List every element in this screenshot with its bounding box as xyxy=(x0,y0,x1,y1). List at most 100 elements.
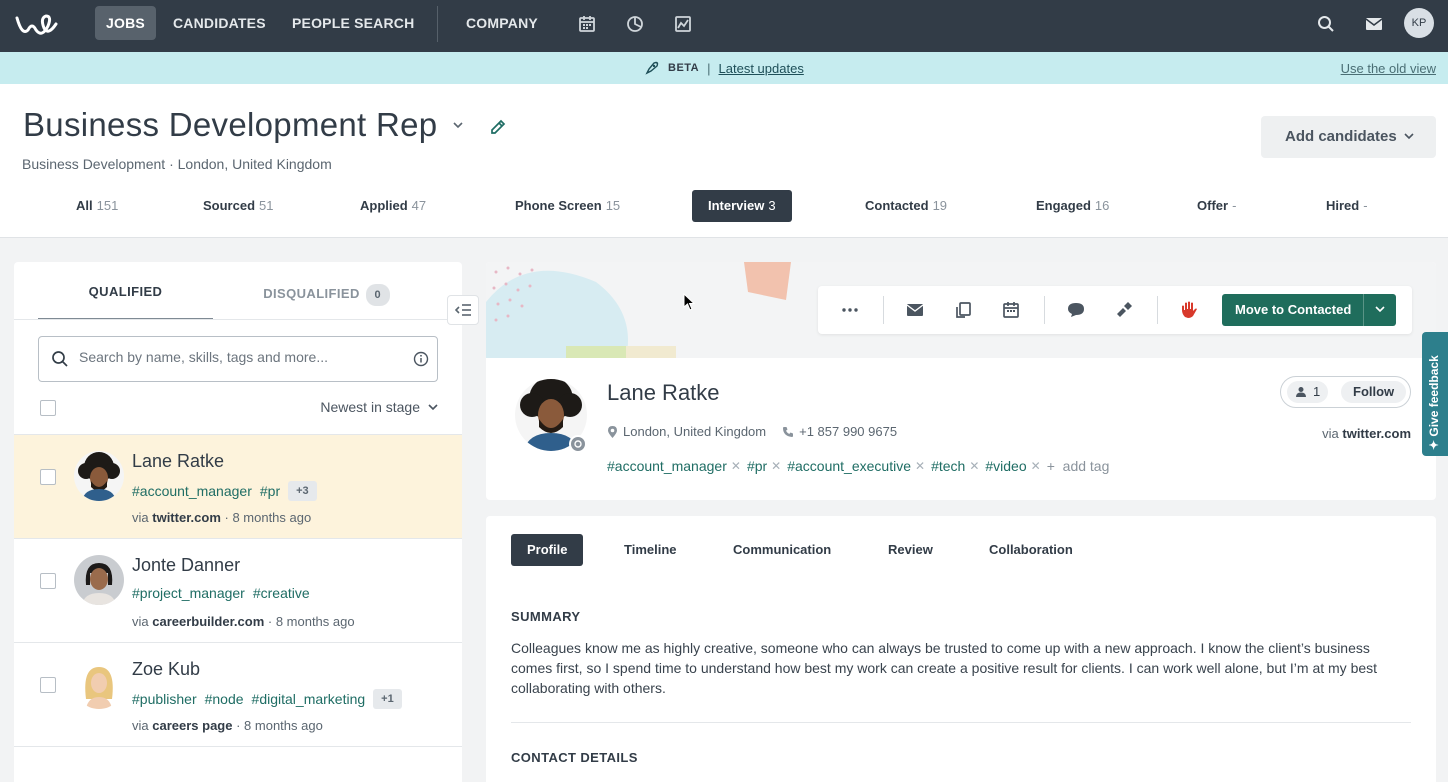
profile-banner: Move to Contacted xyxy=(486,262,1436,358)
profile-avatar xyxy=(515,379,587,453)
tag[interactable]: #digital_marketing xyxy=(252,691,366,707)
chevron-down-icon[interactable] xyxy=(452,121,464,129)
evaluate-icon[interactable] xyxy=(1114,300,1134,320)
move-to-contacted-button[interactable]: Move to Contacted xyxy=(1222,294,1396,326)
add-tag-button[interactable]: + add tag xyxy=(1047,458,1110,474)
nav-company[interactable]: COMPANY xyxy=(455,6,549,40)
tag[interactable]: #creative xyxy=(253,585,310,601)
remove-tag-icon[interactable]: ✕ xyxy=(969,459,979,473)
stage-label: Engaged xyxy=(1036,198,1091,213)
split-divider xyxy=(1363,294,1364,326)
collapse-list-button[interactable] xyxy=(447,295,479,325)
stage-count: - xyxy=(1232,198,1237,213)
stage-count: 3 xyxy=(768,198,776,213)
add-candidates-button[interactable]: Add candidates xyxy=(1261,116,1436,158)
nav-people-search[interactable]: PEOPLE SEARCH xyxy=(281,6,425,40)
nav-candidates[interactable]: CANDIDATES xyxy=(162,6,277,40)
stage-hired[interactable]: Hired - xyxy=(1310,190,1384,222)
remove-tag-icon[interactable]: ✕ xyxy=(915,459,925,473)
candidate-name[interactable]: Zoe Kub xyxy=(132,659,200,680)
stage-engaged[interactable]: Engaged 16 xyxy=(1020,190,1125,222)
tag[interactable]: #pr xyxy=(260,483,280,499)
stage-label: Interview xyxy=(708,198,765,213)
feedback-label: ✦ Give feedback xyxy=(1427,355,1441,450)
candidate-source: via careerbuilder.com · 8 months ago xyxy=(132,614,355,629)
user-avatar[interactable]: KP xyxy=(1404,8,1434,38)
tag[interactable]: #publisher xyxy=(132,691,197,707)
followers-count[interactable]: 1 xyxy=(1287,381,1329,403)
pencil-icon[interactable] xyxy=(488,117,508,137)
disqualified-count-badge: 0 xyxy=(365,284,390,306)
candidate-avatar xyxy=(74,555,124,605)
tag[interactable]: #account_manager xyxy=(132,483,252,499)
phone-text: +1 857 990 9675 xyxy=(799,424,898,439)
stage-interview[interactable]: Interview 3 xyxy=(692,190,792,222)
tab-profile[interactable]: Profile xyxy=(511,534,584,566)
tab-qualified[interactable]: QUALIFIED xyxy=(38,284,213,320)
old-view-link[interactable]: Use the old view xyxy=(1341,61,1436,76)
tag[interactable]: #account_manager xyxy=(607,458,727,474)
candidate-row[interactable]: Jonte Danner #project_manager #creative … xyxy=(14,538,462,642)
stage-applied[interactable]: Applied 47 xyxy=(344,190,442,222)
remove-tag-icon[interactable]: ✕ xyxy=(731,459,741,473)
tag[interactable]: #node xyxy=(205,691,244,707)
row-checkbox[interactable] xyxy=(40,469,56,485)
tag[interactable]: #pr xyxy=(747,458,767,474)
follow-button[interactable]: Follow xyxy=(1341,381,1407,403)
mail-icon[interactable] xyxy=(1363,13,1385,35)
row-checkbox[interactable] xyxy=(40,677,56,693)
tag[interactable]: #tech xyxy=(931,458,965,474)
more-tags-chip[interactable]: +1 xyxy=(373,689,402,709)
workable-logo-icon[interactable] xyxy=(14,12,60,38)
tab-review[interactable]: Review xyxy=(872,534,949,566)
stage-contacted[interactable]: Contacted 19 xyxy=(849,190,963,222)
candidate-row[interactable]: Zoe Kub #publisher #node #digital_market… xyxy=(14,642,462,746)
tag[interactable]: #project_manager xyxy=(132,585,245,601)
via-prefix: via xyxy=(132,510,149,525)
candidate-row[interactable]: Lane Ratke #account_manager #pr +3 via t… xyxy=(14,434,462,538)
copy-to-job-icon[interactable] xyxy=(953,300,973,320)
nav-jobs[interactable]: JOBS xyxy=(95,6,156,40)
sort-dropdown[interactable]: Newest in stage xyxy=(320,399,438,415)
chevron-down-icon[interactable] xyxy=(1375,306,1385,313)
profile-tags: #account_manager ✕ #pr ✕ #account_executiv… xyxy=(607,458,1109,474)
candidate-source: via twitter.com · 8 months ago xyxy=(132,510,311,525)
row-checkbox[interactable] xyxy=(40,573,56,589)
more-tags-chip[interactable]: +3 xyxy=(288,481,317,501)
tab-disqualified[interactable]: DISQUALIFIED 0 xyxy=(239,284,414,306)
tag[interactable]: #video xyxy=(985,458,1026,474)
calendar-icon[interactable] xyxy=(576,13,598,35)
stage-phone-screen[interactable]: Phone Screen 15 xyxy=(499,190,636,222)
search-icon[interactable] xyxy=(1315,13,1337,35)
select-all-checkbox[interactable] xyxy=(40,400,56,416)
stage-all[interactable]: All 151 xyxy=(60,190,134,222)
more-options-icon[interactable] xyxy=(840,300,860,320)
stage-offer[interactable]: Offer - xyxy=(1181,190,1252,222)
candidate-name[interactable]: Lane Ratke xyxy=(132,451,224,472)
give-feedback-tab[interactable]: ✦ Give feedback xyxy=(1422,332,1448,456)
tab-collaboration[interactable]: Collaboration xyxy=(973,534,1089,566)
tab-communication[interactable]: Communication xyxy=(717,534,847,566)
disqualify-hand-icon[interactable] xyxy=(1179,300,1199,320)
remove-tag-icon[interactable]: ✕ xyxy=(1031,459,1041,473)
collapse-panel-icon xyxy=(455,304,471,316)
source-name: twitter.com xyxy=(152,510,221,525)
line-chart-icon[interactable] xyxy=(672,13,694,35)
profile-phone[interactable]: +1 857 990 9675 xyxy=(782,424,897,439)
tag[interactable]: #account_executive xyxy=(787,458,911,474)
source-name: twitter.com xyxy=(1342,426,1411,441)
search-input[interactable] xyxy=(79,349,399,365)
beta-tag: BETA xyxy=(668,62,700,74)
remove-tag-icon[interactable]: ✕ xyxy=(771,459,781,473)
stage-count: 16 xyxy=(1094,198,1110,213)
schedule-event-icon[interactable] xyxy=(1001,300,1021,320)
comment-icon[interactable] xyxy=(1066,300,1086,320)
tab-timeline[interactable]: Timeline xyxy=(608,534,693,566)
candidate-name[interactable]: Jonte Danner xyxy=(132,555,240,576)
stage-sourced[interactable]: Sourced 51 xyxy=(187,190,289,222)
latest-updates-link[interactable]: Latest updates xyxy=(719,61,804,76)
info-icon[interactable] xyxy=(413,351,429,367)
pie-chart-icon[interactable] xyxy=(624,13,646,35)
email-icon[interactable] xyxy=(905,300,925,320)
stage-label: Phone Screen xyxy=(515,198,602,213)
